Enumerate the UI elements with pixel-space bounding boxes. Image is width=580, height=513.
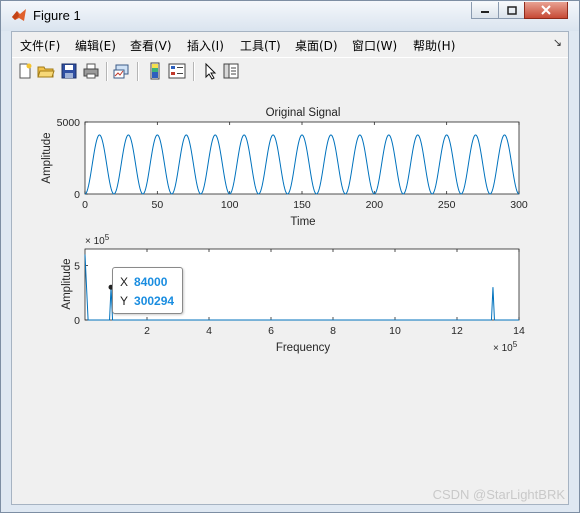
- insert-legend-icon[interactable]: [168, 62, 186, 80]
- plot2-xtick-label: 6: [268, 325, 274, 337]
- figure-client: 文件(F) 编辑(E) 查看(V) 插入(I) 工具(T) 桌面(D) 窗口(W…: [11, 31, 569, 505]
- datatip-y-value: 300294: [134, 294, 175, 308]
- plot2-xtick-label: 4: [206, 325, 212, 337]
- menu-edit[interactable]: 编辑(E): [75, 37, 116, 54]
- menu-bar: 文件(F) 编辑(E) 查看(V) 插入(I) 工具(T) 桌面(D) 窗口(W…: [12, 32, 568, 56]
- plot2-xtick-label: 10: [389, 325, 401, 337]
- toolbar-separator: [137, 62, 139, 81]
- plot1-xtick-label: 100: [221, 199, 239, 211]
- plot2-ylabel: Amplitude: [61, 258, 73, 309]
- menu-file[interactable]: 文件(F): [20, 37, 60, 54]
- menu-insert[interactable]: 插入(I): [187, 37, 224, 54]
- close-button[interactable]: [524, 2, 568, 19]
- window-title: Figure 1: [33, 8, 81, 23]
- plot1-xtick-label: 300: [510, 199, 528, 211]
- datatip-x-value: 84000: [134, 275, 168, 289]
- plot2-xtick-label: 8: [330, 325, 336, 337]
- link-plot-icon[interactable]: [113, 62, 131, 80]
- plot1-xtick-label: 250: [438, 199, 456, 211]
- maximize-icon: [506, 5, 517, 15]
- plot1-xtick-label: 0: [82, 199, 88, 211]
- maximize-button[interactable]: [498, 2, 525, 19]
- datatip-x-label: X: [120, 275, 129, 289]
- close-icon: [541, 5, 551, 15]
- open-icon[interactable]: [37, 62, 55, 80]
- menu-overflow-icon[interactable]: ↘: [553, 36, 562, 49]
- minimize-icon: [481, 11, 489, 13]
- menu-tools[interactable]: 工具(T): [240, 37, 281, 54]
- plot2-xlabel: Frequency: [276, 342, 331, 354]
- plot1-xtick-label: 50: [151, 199, 163, 211]
- property-editor-icon[interactable]: [222, 62, 240, 80]
- plot1-ytick-label: 5000: [57, 117, 81, 129]
- plot1-ylabel: Amplitude: [41, 132, 53, 183]
- datatip-y-label: Y: [120, 294, 129, 308]
- plot2-xtick-label: 2: [144, 325, 150, 337]
- new-figure-icon[interactable]: [16, 62, 34, 80]
- menu-help[interactable]: 帮助(H): [413, 37, 455, 54]
- plot2-xtick-label: 12: [451, 325, 463, 337]
- plots-svg: Original Signal 0 50 100 150 200 250 30005000 …: [41, 107, 528, 354]
- datatip[interactable]: X 84000 Y 300294: [112, 267, 183, 314]
- matlab-icon: [12, 9, 26, 21]
- pointer-icon[interactable]: [201, 62, 219, 80]
- insert-colorbar-icon[interactable]: [146, 62, 164, 80]
- toolbar-separator: [193, 62, 195, 81]
- plot1-xtick-label: 150: [293, 199, 311, 211]
- plot1-title: Original Signal: [266, 107, 341, 119]
- plot2-y-exponent: × 105: [85, 233, 110, 247]
- figure-window: Figure 1 文件(F) 编辑(E) 查看(V) 插入(I) 工具(T) 桌…: [0, 0, 580, 513]
- print-icon[interactable]: [82, 62, 100, 80]
- title-bar[interactable]: Figure 1: [1, 1, 579, 31]
- watermark: CSDN @StarLightBRK: [432, 487, 565, 502]
- save-icon[interactable]: [60, 62, 78, 80]
- figure-canvas: Original Signal 0 50 100 150 200 250 300 0 5000 …: [12, 85, 568, 504]
- minimize-button[interactable]: [471, 2, 499, 19]
- toolbar: [12, 57, 568, 86]
- plot2-x-exponent: × 105: [493, 340, 518, 354]
- plot1-ytick-label: 0: [74, 189, 80, 201]
- menu-desktop[interactable]: 桌面(D): [295, 37, 338, 54]
- toolbar-separator: [106, 62, 108, 81]
- plot2-ytick-label: 0: [74, 315, 80, 327]
- plot1-xlabel: Time: [290, 216, 315, 228]
- plot1-xtick-label: 200: [366, 199, 384, 211]
- plot2-xtick-label: 14: [513, 325, 525, 337]
- plot2-ytick-label: 5: [74, 260, 80, 272]
- plot1-axes[interactable]: [84, 121, 520, 195]
- menu-window[interactable]: 窗口(W): [352, 37, 397, 54]
- menu-view[interactable]: 查看(V): [130, 37, 172, 54]
